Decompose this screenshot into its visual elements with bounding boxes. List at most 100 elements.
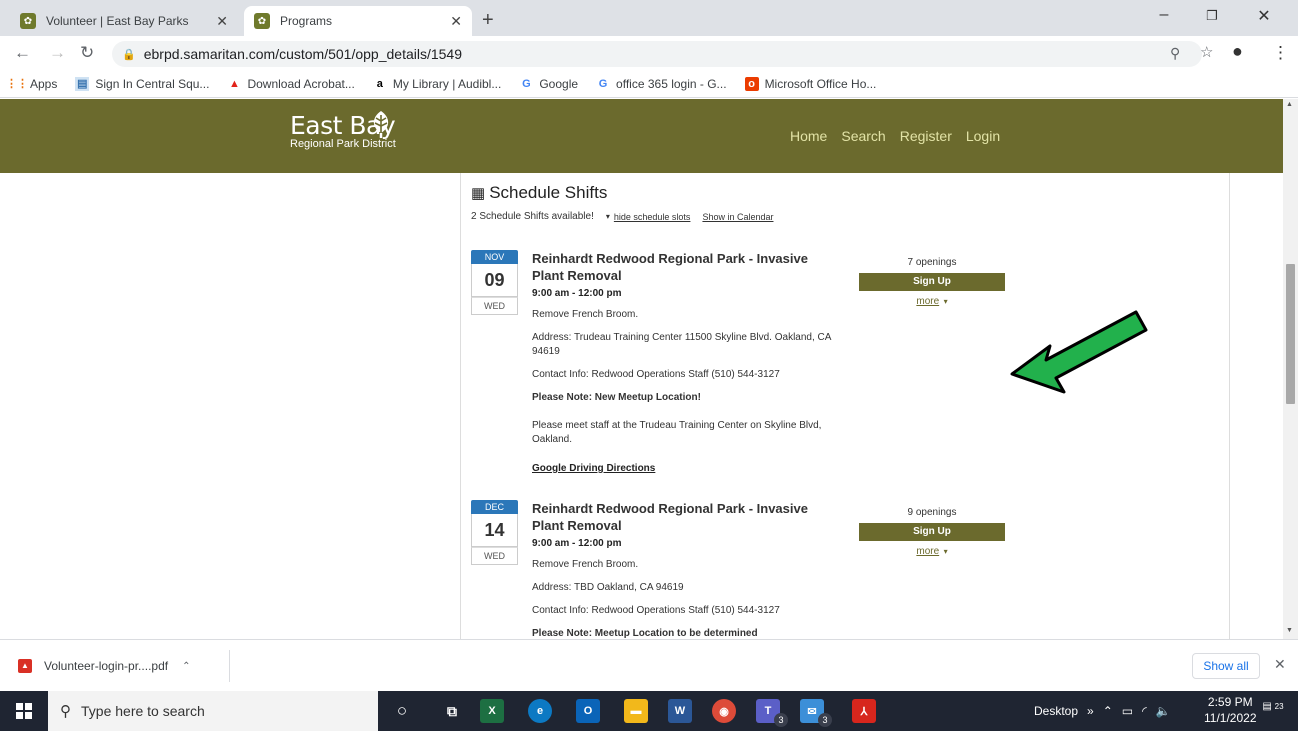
desktop-toolbar-label[interactable]: Desktop [1034, 704, 1078, 718]
task-view-icon[interactable]: ⧉ [440, 699, 464, 723]
clock-date: 11/1/2022 [1204, 711, 1257, 725]
shift-description: Remove French Broom. [532, 559, 639, 570]
close-download-bar-icon[interactable]: ✕ [1274, 656, 1286, 673]
main-content: ▦ Schedule Shifts 2 Schedule Shifts avai… [460, 173, 1230, 639]
url-bar[interactable]: 🔒 ebrpd.samaritan.com/custom/501/opp_det… [112, 41, 1202, 67]
caret-down-icon: ▾ [943, 547, 948, 556]
more-link[interactable]: more [916, 546, 939, 557]
scrollbar-thumb[interactable] [1286, 264, 1295, 404]
site-header: East Bay Regional Park District Home Sea… [0, 99, 1283, 173]
hide-slots-link[interactable]: hide schedule slots [614, 212, 691, 222]
shift-time: 9:00 am - 12:00 pm [532, 538, 622, 549]
new-tab-button[interactable]: + [482, 9, 494, 32]
cortana-icon[interactable]: ○ [390, 699, 414, 723]
browser-tab-bar: ✿ Volunteer | East Bay Parks ✕ ✿ Program… [0, 0, 1298, 36]
doc-icon: ▤ [75, 76, 90, 91]
bookmark-label: Sign In Central Squ... [95, 76, 210, 91]
word-icon[interactable]: W [668, 699, 692, 723]
google-icon: G [522, 77, 531, 90]
edge-icon[interactable]: e [528, 699, 552, 723]
shift-title: Reinhardt Redwood Regional Park - Invasi… [532, 501, 808, 533]
windows-taskbar: ⚲ Type here to search ○ ⧉ X e O ▬ W ◉ T … [0, 691, 1298, 731]
bookmark-audible[interactable]: a My Library | Audibl... [373, 77, 502, 91]
shift-note: Please Note: Meetup Location to be deter… [532, 628, 758, 639]
battery-icon[interactable]: ▭ [1122, 704, 1133, 718]
system-tray: Desktop » ⌃ ▭ ◜ 🔈 [1034, 691, 1171, 731]
more-toggle[interactable]: more ▾ [859, 291, 1005, 309]
menu-icon[interactable]: ⋮ [1272, 43, 1289, 63]
taskbar-search[interactable]: ⚲ Type here to search [48, 691, 378, 731]
site-nav: Home Search Register Login [790, 128, 1000, 144]
close-tab-icon[interactable]: ✕ [216, 13, 228, 30]
teams-badge: 3 [774, 713, 788, 727]
profile-icon[interactable]: ● [1232, 41, 1243, 62]
bookmark-acrobat[interactable]: ▲ Download Acrobat... [227, 77, 355, 91]
schedule-heading: ▦ Schedule Shifts [471, 183, 607, 203]
search-icon: ⚲ [60, 703, 71, 720]
sign-up-button[interactable]: Sign Up [859, 273, 1005, 291]
tab-programs[interactable]: ✿ Programs ✕ [244, 6, 472, 36]
notification-icon: ▤ [1262, 701, 1272, 712]
start-button[interactable] [0, 691, 48, 731]
window-close-icon[interactable]: ✕ [1244, 6, 1284, 26]
park-favicon-icon: ✿ [254, 13, 270, 29]
show-all-button[interactable]: Show all [1192, 653, 1260, 679]
volume-icon[interactable]: 🔈 [1156, 704, 1171, 718]
wifi-icon[interactable]: ◜ [1142, 704, 1147, 718]
show-calendar-link[interactable]: Show in Calendar [702, 212, 773, 222]
bookmark-apps[interactable]: ⋮⋮ Apps [6, 77, 57, 91]
park-favicon-icon: ✿ [20, 13, 36, 29]
chrome-icon[interactable]: ◉ [712, 699, 736, 723]
forward-icon[interactable]: → [49, 43, 66, 63]
date-day: 14 [471, 514, 518, 547]
sign-up-button[interactable]: Sign Up [859, 523, 1005, 541]
shift-description: Remove French Broom. [532, 309, 639, 320]
tab-volunteer[interactable]: ✿ Volunteer | East Bay Parks ✕ [10, 6, 238, 36]
nav-home[interactable]: Home [790, 128, 827, 144]
bookmarks-bar: ⋮⋮ Apps ▤ Sign In Central Squ... ▲ Downl… [0, 70, 1298, 98]
notification-center[interactable]: ▤ 23 [1262, 701, 1284, 721]
shift-details: Reinhardt Redwood Regional Park - Invasi… [532, 500, 842, 639]
calendar-icon: ▦ [471, 185, 486, 202]
zoom-icon[interactable]: ⚲ [1170, 45, 1180, 62]
acrobat-icon[interactable]: ⅄ [852, 699, 876, 723]
bookmark-office-home[interactable]: o Microsoft Office Ho... [744, 76, 876, 91]
bookmark-office365[interactable]: G office 365 login - G... [596, 77, 727, 91]
file-explorer-icon[interactable]: ▬ [624, 699, 648, 723]
nav-search[interactable]: Search [841, 128, 885, 144]
minimize-icon[interactable]: – [1144, 6, 1184, 24]
bookmark-sign-in[interactable]: ▤ Sign In Central Squ... [75, 76, 210, 91]
excel-icon[interactable]: X [480, 699, 504, 723]
chevron-up-icon[interactable]: ⌃ [182, 661, 190, 672]
download-bar: ▲ Volunteer-login-pr....pdf ⌃ Show all ✕ [0, 639, 1298, 691]
schedule-meta: 2 Schedule Shifts available! ▾ hide sche… [471, 211, 773, 222]
download-filename: Volunteer-login-pr....pdf [44, 659, 169, 673]
url-text: ebrpd.samaritan.com/custom/501/opp_detai… [143, 46, 463, 62]
system-clock[interactable]: 2:59 PM 11/1/2022 [1204, 694, 1257, 726]
bookmark-google[interactable]: G Google [519, 77, 578, 91]
chevron-right-icon[interactable]: » [1087, 704, 1094, 718]
date-badge: NOV 09 WED [471, 250, 518, 315]
chevron-up-icon[interactable]: ⌃ [1103, 704, 1113, 718]
scroll-down-icon[interactable]: ▼ [1286, 627, 1293, 634]
adobe-icon: ▲ [228, 77, 240, 90]
nav-register[interactable]: Register [900, 128, 952, 144]
close-tab-icon[interactable]: ✕ [450, 13, 462, 30]
download-item[interactable]: ▲ Volunteer-login-pr....pdf ⌃ [8, 650, 230, 682]
more-toggle[interactable]: more ▾ [859, 541, 1005, 559]
directions-link[interactable]: Google Driving Directions [532, 463, 655, 474]
lock-icon: 🔒 [122, 48, 136, 61]
scroll-up-icon[interactable]: ▲ [1286, 101, 1293, 108]
reload-icon[interactable]: ↻ [80, 43, 94, 63]
date-month: NOV [471, 250, 518, 264]
date-month: DEC [471, 500, 518, 514]
back-icon[interactable]: ← [14, 43, 31, 63]
more-link[interactable]: more [916, 296, 939, 307]
restore-icon[interactable]: ❐ [1192, 8, 1232, 24]
address-toolbar: ← → ↻ 🔒 ebrpd.samaritan.com/custom/501/o… [0, 36, 1298, 70]
outlook-icon[interactable]: O [576, 699, 600, 723]
office-icon: o [744, 76, 759, 91]
page-scrollbar[interactable]: ▲ ▼ [1283, 99, 1298, 639]
nav-login[interactable]: Login [966, 128, 1000, 144]
star-icon[interactable]: ☆ [1200, 43, 1213, 61]
